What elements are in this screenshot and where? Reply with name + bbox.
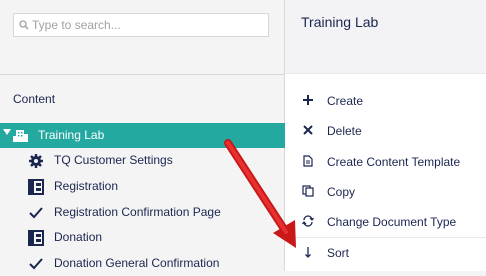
actions-header: Training Lab bbox=[285, 0, 486, 74]
content-tree-panel: Content Training Lab TQ Customer Setting… bbox=[0, 0, 285, 271]
action-copy[interactable]: Copy bbox=[285, 177, 486, 207]
action-sort[interactable]: Sort bbox=[285, 237, 486, 268]
action-label: Copy bbox=[327, 185, 356, 199]
tree-node-training-lab[interactable]: Training Lab bbox=[0, 123, 285, 148]
tree-node-registration[interactable]: Registration bbox=[0, 174, 285, 199]
check-icon bbox=[29, 258, 43, 270]
x-icon bbox=[303, 125, 313, 135]
tree-node-label: Registration Confirmation Page bbox=[54, 205, 221, 219]
action-label: Sort bbox=[327, 246, 350, 260]
building-icon bbox=[13, 130, 28, 142]
content-section-header: Content bbox=[13, 92, 56, 106]
action-create[interactable]: Create bbox=[285, 86, 486, 116]
actions-panel: Training Lab Create Delete Create Conten… bbox=[285, 0, 486, 271]
copy-icon bbox=[302, 185, 314, 197]
actions-panel-title: Training Lab bbox=[301, 14, 379, 30]
document-icon bbox=[303, 155, 313, 167]
action-create-content-template[interactable]: Create Content Template bbox=[285, 147, 486, 177]
tree-node-donation[interactable]: Donation bbox=[0, 225, 285, 250]
check-icon bbox=[29, 207, 43, 219]
action-change-document-type[interactable]: Change Document Type bbox=[285, 207, 486, 237]
tree-node-label: Training Lab bbox=[38, 128, 105, 142]
swap-icon bbox=[302, 215, 314, 227]
search-icon bbox=[19, 20, 29, 30]
caret-down-icon[interactable] bbox=[3, 129, 11, 135]
sort-icon bbox=[305, 247, 311, 258]
tree-node-donation-general-confirmation[interactable]: Donation General Confirmation bbox=[0, 251, 285, 276]
tree-node-label: Donation bbox=[54, 230, 103, 244]
search-box[interactable] bbox=[13, 13, 269, 37]
action-label: Delete bbox=[327, 124, 362, 138]
action-delete[interactable]: Delete bbox=[285, 116, 486, 146]
layout-icon bbox=[28, 230, 44, 246]
tree-node-label: Donation General Confirmation bbox=[54, 256, 220, 270]
action-label: Create bbox=[327, 94, 364, 108]
action-label: Change Document Type bbox=[327, 215, 457, 229]
action-label: Create Content Template bbox=[327, 155, 461, 169]
search-input[interactable] bbox=[32, 16, 264, 34]
section-divider bbox=[0, 74, 285, 75]
tree-node-label: TQ Customer Settings bbox=[54, 153, 173, 167]
plus-icon bbox=[303, 95, 313, 105]
tree-node-label: Registration bbox=[54, 179, 119, 193]
tree-node-registration-confirmation[interactable]: Registration Confirmation Page bbox=[0, 200, 285, 225]
tree-node-tq-customer-settings[interactable]: TQ Customer Settings bbox=[0, 148, 285, 173]
gear-icon bbox=[29, 154, 43, 168]
layout-icon bbox=[28, 179, 44, 195]
